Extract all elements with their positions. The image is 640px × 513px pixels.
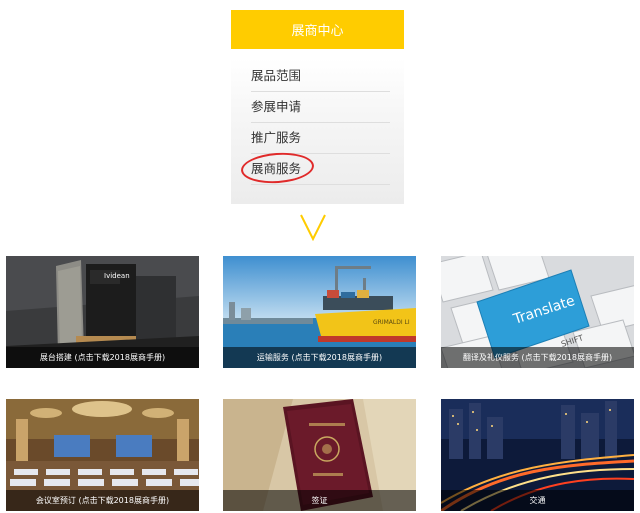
tile-booth-construction[interactable]: Ividean 展台搭建 (点击下载2018展商手册) [6, 256, 199, 368]
menu-item-promotion-services[interactable]: 推广服务 [251, 122, 390, 154]
tile-caption: 展台搭建 (点击下载2018展商手册) [6, 347, 199, 368]
ship-name-text: GRIMALDI LI [373, 319, 410, 326]
tile-shipping[interactable]: GRIMALDI LI 运输服务 (点击下载2018展商手册) [223, 256, 416, 368]
tile-caption: 交通 [441, 490, 634, 511]
chevron-down-icon [300, 214, 326, 241]
tile-caption: 翻译及礼仪服务 (点击下载2018展商手册) [441, 347, 634, 368]
menu-title: 展商中心 [291, 24, 344, 39]
booth-logo-text: Ividean [104, 272, 130, 280]
tile-caption: 运输服务 (点击下载2018展商手册) [223, 347, 416, 368]
tile-caption: 签证 [223, 490, 416, 511]
menu-item-exhibit-application[interactable]: 参展申请 [251, 91, 390, 123]
exhibitor-menu: 展品范围 参展申请 推广服务 展商服务 [231, 58, 404, 204]
tile-visa[interactable]: 签证 [223, 399, 416, 511]
exhibitor-center-header[interactable]: 展商中心 [231, 10, 404, 49]
tile-translation[interactable]: Translate SHIFT 翻译及礼仪服务 (点击下载2018展商手册) [441, 256, 634, 368]
menu-item-exhibit-scope[interactable]: 展品范围 [251, 60, 390, 92]
tile-meeting-room[interactable]: 会议室预订 (点击下载2018展商手册) [6, 399, 199, 511]
tile-caption: 会议室预订 (点击下载2018展商手册) [6, 490, 199, 511]
tile-transportation[interactable]: 交通 [441, 399, 634, 511]
